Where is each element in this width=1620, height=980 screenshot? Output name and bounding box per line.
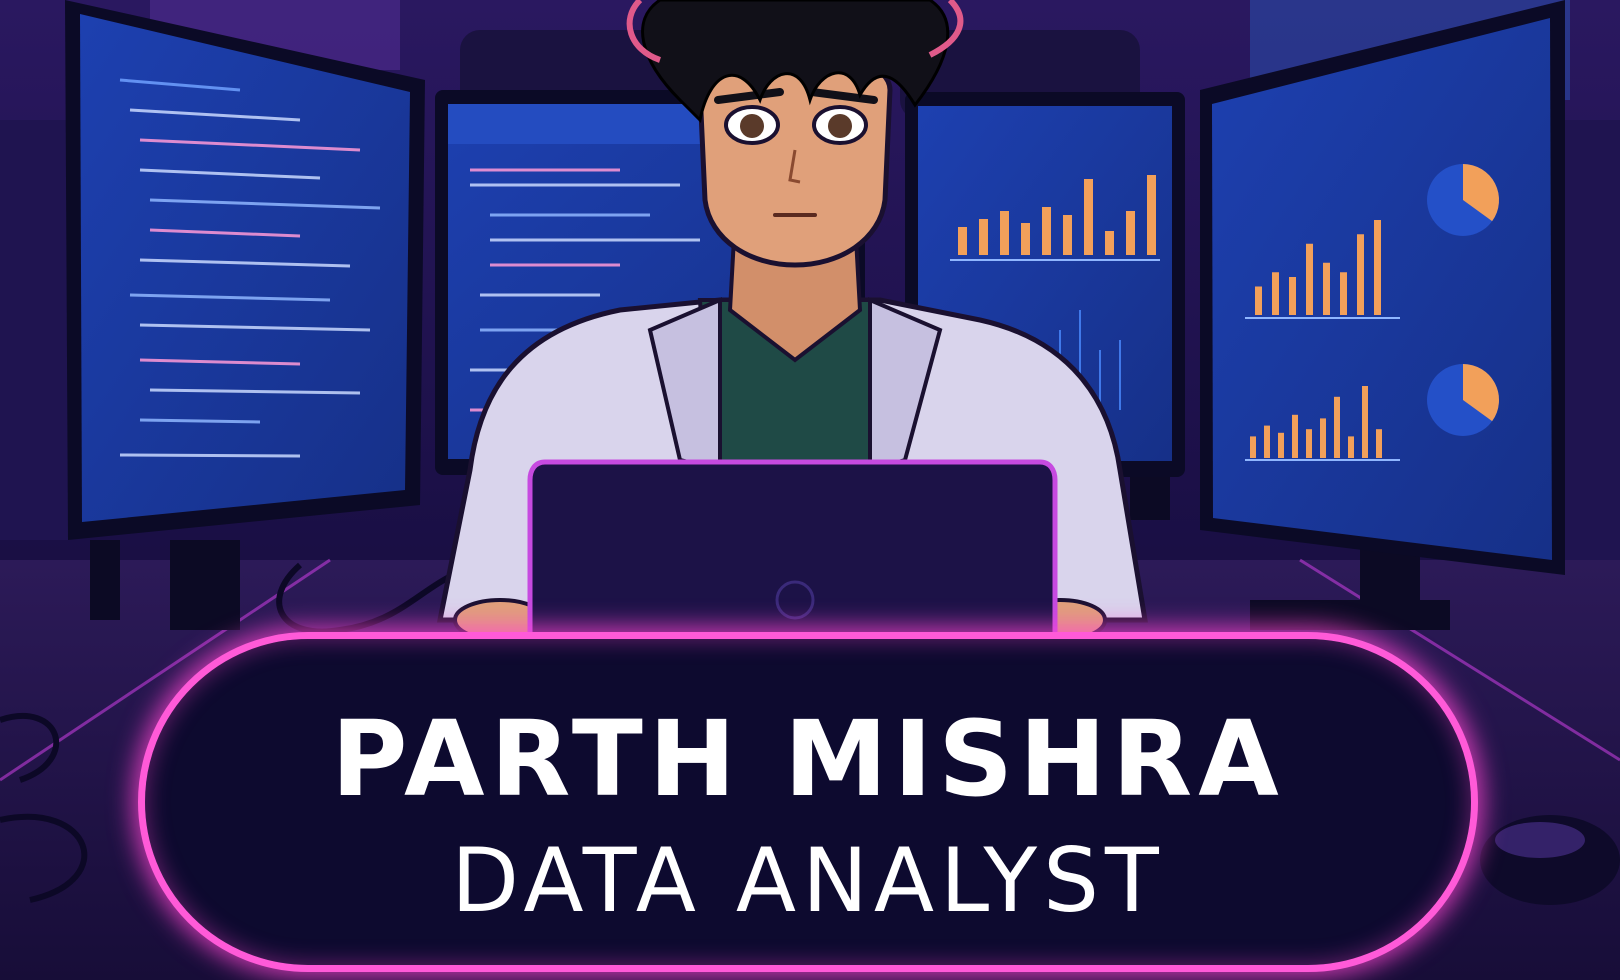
pie-chart-top [1427,164,1499,236]
chart-bar [1362,386,1368,458]
chart-bar [1289,277,1296,315]
name-banner: PARTH MISHRA DATA ANALYST [138,632,1478,972]
chart-bar [1021,223,1030,255]
chart-bar [1306,429,1312,458]
chart-bar [1348,436,1354,458]
chart-bar [1105,231,1114,255]
chart-bar [1320,418,1326,458]
chart-bar [1264,425,1270,458]
chart-bar [1063,215,1072,255]
banner-name: PARTH MISHRA [331,698,1285,820]
back-wall-panel-right [1560,120,1620,560]
chart-bar [1292,414,1298,458]
chart-bar [1084,179,1093,255]
chart-bar [1357,234,1364,315]
chart-bar [1278,432,1284,458]
chart-bar [1250,436,1256,458]
chart-bar [1126,211,1135,255]
chart-bar [1042,207,1051,255]
chart-bar [1306,243,1313,315]
chart-bar [1255,286,1262,315]
chart-bar [958,227,967,255]
laptop [527,459,1058,643]
chart-bar [1323,262,1330,315]
mouse-highlight [1495,822,1585,858]
chart-bar [1374,220,1381,315]
chart-bar [1340,272,1347,315]
chart-bar [1000,211,1009,255]
chart-bar [1272,272,1279,315]
monitor-right-dashboard [1200,0,1565,630]
back-wall-panel [0,120,70,540]
chart-bar [1376,429,1382,458]
chart-bar [979,219,988,255]
banner-role: DATA ANALYST [451,829,1165,932]
chart-bar [1334,396,1340,458]
chart-bar [1147,175,1156,255]
pie-chart-bottom [1427,364,1499,436]
